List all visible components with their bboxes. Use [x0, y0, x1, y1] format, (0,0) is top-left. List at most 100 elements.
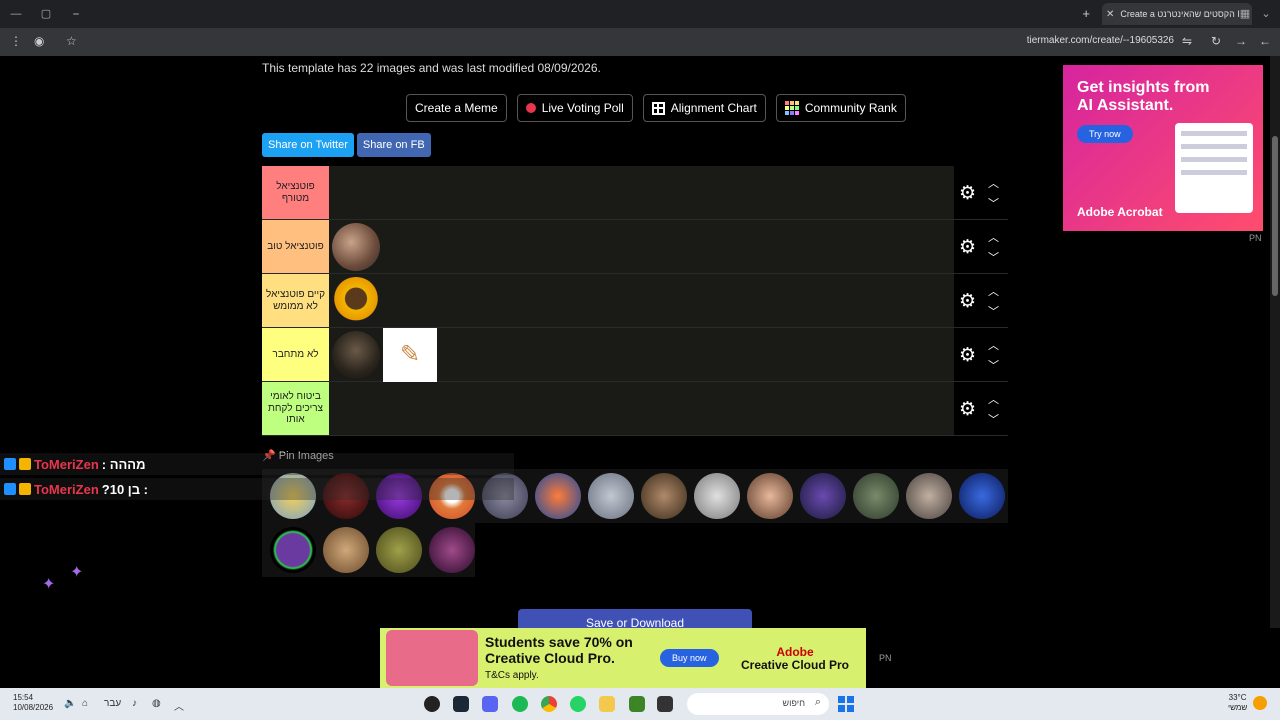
tier-image[interactable]: [332, 222, 380, 271]
bank-image[interactable]: [323, 527, 369, 573]
live-poll-button[interactable]: Live Voting Poll: [516, 94, 633, 122]
chat-username: ToMeriZen: [34, 456, 99, 472]
chevron-up-icon[interactable]: ︿: [988, 391, 999, 407]
steam-icon[interactable]: [453, 696, 469, 712]
bank-image[interactable]: [641, 473, 687, 519]
chevron-up-icon[interactable]: ︿: [174, 698, 184, 713]
action-buttons: Create a Meme Live Voting Poll Alignment…: [406, 94, 906, 122]
translate-icon[interactable]: ⇋: [1182, 34, 1192, 48]
chevron-down-icon[interactable]: ﹀: [988, 411, 999, 427]
restore-icon[interactable]: ▢: [38, 6, 54, 22]
sun-icon: [1253, 696, 1267, 710]
mic-icon[interactable]: ♪: [132, 698, 137, 709]
tier-label[interactable]: ביטוח לאומי צריכים לקחת אותו: [262, 382, 329, 435]
bank-image[interactable]: [376, 527, 422, 573]
close-window-icon[interactable]: ⎯: [68, 6, 84, 22]
close-tab-icon[interactable]: ✕: [1106, 9, 1114, 20]
tier-items[interactable]: [329, 274, 954, 327]
chevron-down-icon[interactable]: ﹀: [988, 357, 999, 373]
taskbar-search[interactable]: חיפוש ⌕: [687, 693, 829, 715]
chevron-up-icon[interactable]: ︿: [988, 283, 999, 299]
alignment-chart-button[interactable]: Alignment Chart: [642, 94, 766, 122]
tier-row: ביטוח לאומי צריכים לקחת אותו ⚙ ︿ ﹀: [262, 382, 1008, 436]
tier-label[interactable]: קיים פוטנציאל לא ממומש: [262, 274, 329, 327]
bank-image[interactable]: [694, 473, 740, 519]
minimize-icon[interactable]: —: [8, 6, 24, 22]
bottom-ad[interactable]: Students save 70% on Creative Cloud Pro.…: [380, 628, 866, 688]
bank-image[interactable]: [588, 473, 634, 519]
tier-items[interactable]: [329, 166, 954, 219]
chat-overlay: ToMeriZen : מההה ToMeriZen ?בן 10 :: [0, 453, 514, 503]
share-fb-button[interactable]: Share on FB: [356, 133, 431, 157]
terminal-icon[interactable]: [657, 696, 673, 712]
side-ad-cta[interactable]: Try now: [1077, 125, 1133, 143]
tier-items[interactable]: [329, 220, 954, 273]
url-text[interactable]: tiermaker.com/create/--19605326: [1027, 35, 1174, 46]
new-tab-icon[interactable]: +: [1082, 6, 1090, 21]
forward-icon[interactable]: →: [1235, 34, 1247, 48]
tier-label[interactable]: לא מתחבר: [262, 328, 329, 381]
back-icon[interactable]: ←: [1259, 34, 1271, 48]
chevron-up-icon[interactable]: ︿: [988, 337, 999, 353]
browser-tabbar: — ▢ ⎯ + ✕ Create a הקסטים שהאינטרנט I ▦ …: [0, 0, 1280, 28]
chevron-down-icon[interactable]: ﹀: [988, 195, 999, 211]
tier-row: פוטנציאל טוב ⚙ ︿ ﹀: [262, 220, 1008, 274]
tier-image[interactable]: [332, 330, 380, 379]
tier-grid-icon: [784, 101, 799, 115]
volume-icon[interactable]: 🔈: [64, 698, 76, 709]
bank-image[interactable]: [747, 473, 793, 519]
side-ad[interactable]: Get insights from AI Assistant. Try now …: [1063, 65, 1263, 231]
language-indicator[interactable]: עבר: [104, 698, 121, 709]
share-twitter-button[interactable]: Share on Twitter: [262, 133, 354, 157]
tier-controls: ⚙ ︿ ﹀: [954, 166, 1008, 219]
tier-items[interactable]: [329, 382, 954, 435]
reload-icon[interactable]: ↻: [1211, 34, 1221, 48]
spotify-icon[interactable]: [512, 696, 528, 712]
gear-icon[interactable]: ⚙: [959, 290, 976, 313]
page-scrollbar[interactable]: [1270, 56, 1280, 628]
taskbar-clock[interactable]: 15:54 10/08/2026: [13, 693, 53, 713]
tab-menu-icon[interactable]: ⌄: [1258, 6, 1274, 22]
chevron-down-icon[interactable]: ﹀: [988, 249, 999, 265]
network-icon[interactable]: ⌂: [82, 698, 88, 709]
chrome-icon[interactable]: [541, 696, 557, 712]
bank-image[interactable]: [429, 527, 475, 573]
clock-date: 10/08/2026: [13, 703, 54, 712]
community-rank-button[interactable]: Community Rank: [775, 94, 906, 122]
gear-icon[interactable]: ⚙: [959, 398, 976, 421]
save-download-button[interactable]: Save or Download: [518, 609, 752, 628]
live-dot-icon: [525, 103, 536, 113]
menu-dots-icon[interactable]: ⋮: [10, 34, 22, 48]
discord-icon[interactable]: [482, 696, 498, 712]
chevron-down-icon[interactable]: ﹀: [988, 303, 999, 319]
tier-items[interactable]: ✎: [329, 327, 954, 382]
app-icon[interactable]: [424, 696, 440, 712]
gear-icon[interactable]: ⚙: [959, 236, 976, 259]
weather-widget[interactable]: 33°C שמשי: [1228, 693, 1247, 713]
bank-image[interactable]: [800, 473, 846, 519]
bank-image[interactable]: [270, 527, 316, 573]
tray-icon[interactable]: ◍: [152, 698, 161, 709]
star-icon[interactable]: ☆: [66, 34, 77, 48]
tier-image-square[interactable]: ✎: [383, 327, 437, 382]
whatsapp-icon[interactable]: [570, 696, 586, 712]
minecraft-icon[interactable]: [629, 696, 645, 712]
gear-icon[interactable]: ⚙: [959, 344, 976, 367]
tier-label[interactable]: פוטנציאל טוב: [262, 220, 329, 273]
bank-image[interactable]: [906, 473, 952, 519]
windows-start-icon[interactable]: [838, 696, 854, 712]
chevron-up-icon[interactable]: ︿: [988, 175, 999, 191]
profile-icon[interactable]: ◉: [34, 34, 44, 48]
bank-image[interactable]: [959, 473, 1005, 519]
chevron-up-icon[interactable]: ︿: [988, 229, 999, 245]
tier-label[interactable]: פוטנציאל מטורף: [262, 166, 329, 219]
bank-image[interactable]: [853, 473, 899, 519]
scrollbar-thumb[interactable]: [1272, 136, 1278, 296]
create-meme-button[interactable]: Create a Meme: [406, 94, 507, 122]
bank-image[interactable]: [535, 473, 581, 519]
bottom-ad-cta[interactable]: Buy now: [660, 649, 719, 667]
tab-tiermaker[interactable]: ✕ Create a הקסטים שהאינטרנט I: [1102, 3, 1252, 25]
tier-image[interactable]: [332, 276, 380, 325]
folder-icon[interactable]: [599, 696, 615, 712]
gear-icon[interactable]: ⚙: [959, 182, 976, 205]
